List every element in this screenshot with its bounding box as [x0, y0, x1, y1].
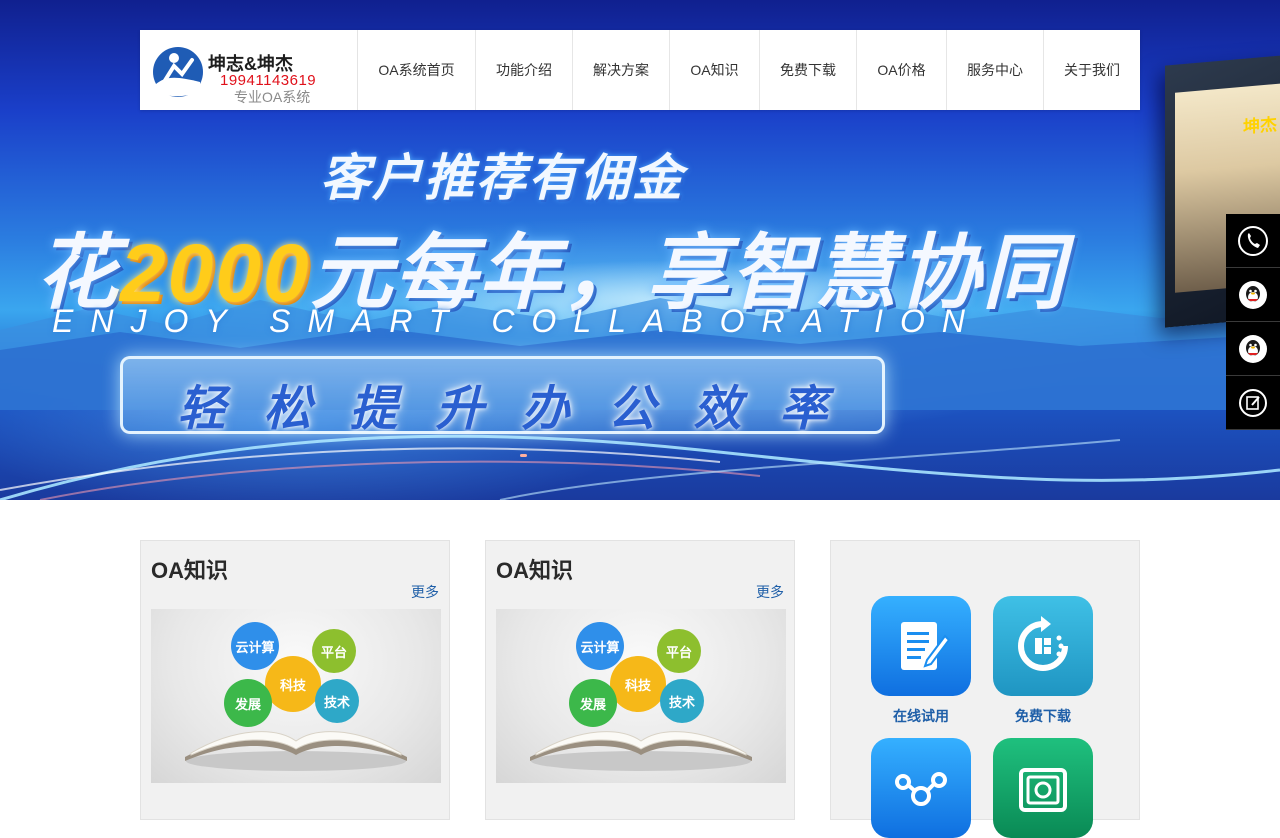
app-network[interactable]	[871, 738, 971, 838]
nav-item-solutions[interactable]: 解决方案	[573, 30, 670, 110]
app-icon-tile	[871, 738, 971, 838]
bubble-cloud: 云计算	[576, 622, 624, 670]
bubble-platform: 平台	[312, 629, 356, 673]
bubble-tech: 科技	[265, 656, 321, 712]
hero-efficiency-box: 轻松提升办公效率	[120, 356, 885, 436]
nav-item-service[interactable]: 服务中心	[947, 30, 1044, 110]
site-header: 坤志&坤杰 19941143619 专业OA系统 OA系统首页 功能介绍 解决方…	[140, 30, 1140, 110]
card-image[interactable]: 云计算 平台 科技 发展 技术	[151, 609, 441, 783]
nav-item-download[interactable]: 免费下载	[760, 30, 857, 110]
side-float-bar	[1226, 214, 1280, 430]
bubble-tech: 科技	[610, 656, 666, 712]
side-qq-button-1[interactable]	[1226, 268, 1280, 322]
logo-emblem-icon	[153, 47, 203, 97]
bubble-platform: 平台	[657, 629, 701, 673]
card-title: OA知识	[496, 558, 574, 583]
card-image[interactable]: 云计算 平台 科技 发展 技术	[496, 609, 786, 783]
brand-tagline: 专业OA系统	[234, 89, 311, 105]
nav-item-oa-knowledge[interactable]: OA知识	[670, 30, 760, 110]
quick-links-card: 在线试用 免费下载	[830, 540, 1140, 838]
side-message-button[interactable]	[1226, 376, 1280, 430]
side-qq-button-2[interactable]	[1226, 322, 1280, 376]
carousel-dot[interactable]	[520, 454, 527, 457]
monitor-label: 坤杰	[1243, 114, 1277, 137]
knowledge-card-1: OA知识 更多 云计算 平台 科技 发展 技术	[140, 540, 450, 820]
app-free-download[interactable]: 免费下载	[993, 596, 1093, 726]
edit-icon	[1239, 388, 1267, 417]
app-label: 免费下载	[1015, 708, 1071, 724]
bubble-development: 发展	[569, 679, 617, 727]
bubble-development: 发展	[224, 679, 272, 727]
nav-item-pricing[interactable]: OA价格	[857, 30, 947, 110]
hero-slogan-commission: 客户推荐有佣金	[320, 150, 684, 206]
qq-icon	[1239, 280, 1267, 309]
card-title: OA知识	[151, 558, 229, 583]
qq-icon	[1239, 334, 1267, 363]
refresh-icon	[1018, 616, 1068, 671]
app-icon-tile	[993, 738, 1093, 838]
app-safe[interactable]	[993, 738, 1093, 838]
app-online-trial[interactable]: 在线试用	[871, 596, 971, 726]
card-more-link[interactable]: 更多	[411, 582, 439, 602]
bubble-cloud: 云计算	[231, 622, 279, 670]
knowledge-card-2: OA知识 更多 云计算 平台 科技 发展 技术	[485, 540, 795, 820]
hero-slogan-efficiency: 轻松提升办公效率	[177, 383, 866, 436]
site-logo[interactable]: 坤志&坤杰 19941143619 专业OA系统	[140, 30, 358, 110]
document-icon	[901, 622, 951, 670]
phone-icon	[1238, 225, 1268, 256]
side-phone-button[interactable]	[1226, 214, 1280, 268]
nav-item-about[interactable]: 关于我们	[1044, 30, 1140, 110]
hero-slogan-english: ENJOY SMART COLLABORATION	[52, 303, 982, 339]
app-icon-tile	[993, 596, 1093, 696]
safe-icon	[1019, 768, 1067, 812]
card-more-link[interactable]: 更多	[756, 582, 784, 602]
app-label: 在线试用	[893, 708, 949, 724]
network-icon	[895, 772, 947, 806]
nav-item-home[interactable]: OA系统首页	[358, 30, 476, 110]
main-nav: OA系统首页 功能介绍 解决方案 OA知识 免费下载 OA价格 服务中心 关于我…	[358, 30, 1140, 110]
bubble-technique: 技术	[660, 679, 704, 723]
app-icon-tile	[871, 596, 971, 696]
bubble-technique: 技术	[315, 679, 359, 723]
nav-item-features[interactable]: 功能介绍	[476, 30, 573, 110]
